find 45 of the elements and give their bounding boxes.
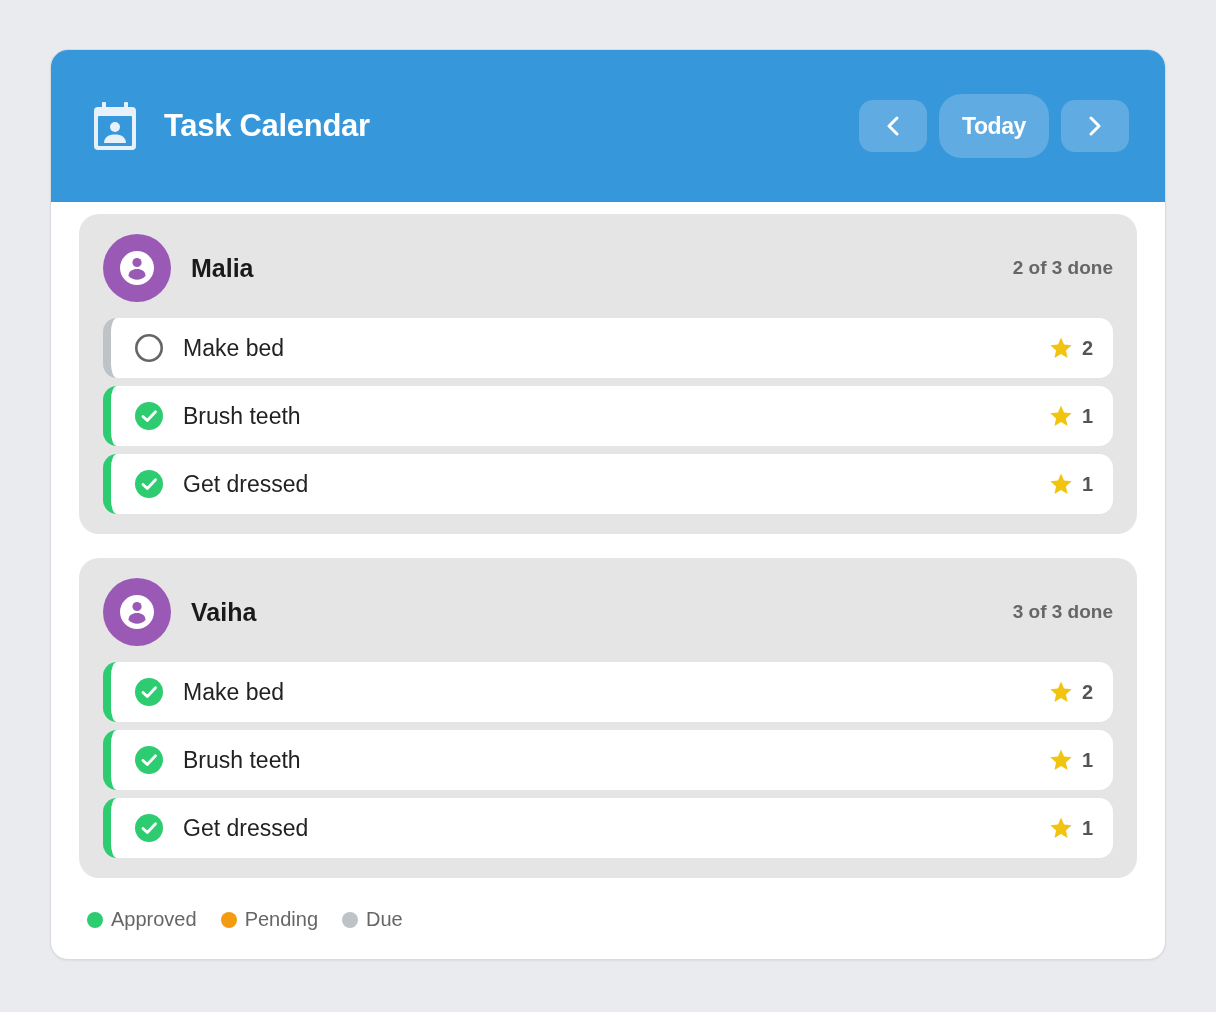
task-card[interactable]: Brush teeth 1 xyxy=(103,386,1113,446)
avatar-icon xyxy=(103,578,171,646)
task-title: Make bed xyxy=(183,334,284,362)
star-icon xyxy=(1049,680,1073,704)
check-circle-icon[interactable] xyxy=(135,746,163,774)
star-icon xyxy=(1049,748,1073,772)
task-card[interactable]: Make bed 2 xyxy=(103,318,1113,378)
points-value: 1 xyxy=(1081,748,1093,772)
progress-text: 3 of 3 done xyxy=(1012,601,1113,623)
next-button[interactable] xyxy=(1061,100,1129,152)
legend-label: Pending xyxy=(244,908,319,931)
person-name: Malia xyxy=(191,253,254,283)
star-icon xyxy=(1049,336,1073,360)
points-value: 1 xyxy=(1081,404,1093,428)
check-circle-icon[interactable] xyxy=(135,678,163,706)
points-value: 2 xyxy=(1081,336,1093,360)
star-icon xyxy=(1049,472,1073,496)
person-name: Vaiha xyxy=(191,597,257,627)
points-value: 2 xyxy=(1081,680,1093,704)
empty-circle-icon[interactable] xyxy=(135,334,163,362)
check-circle-icon[interactable] xyxy=(135,470,163,498)
task-title: Brush teeth xyxy=(183,746,301,774)
previous-button[interactable] xyxy=(858,100,927,152)
star-icon xyxy=(1049,816,1073,840)
task-card[interactable]: Get dressed 1 xyxy=(103,454,1113,514)
chevron-left-icon xyxy=(885,116,900,136)
app-title: Task Calendar xyxy=(164,108,370,144)
legend-label: Approved xyxy=(111,908,197,931)
calendar-person-icon xyxy=(94,102,136,150)
task-card[interactable]: Make bed 2 xyxy=(103,662,1113,722)
task-title: Make bed xyxy=(183,678,284,706)
chevron-right-icon xyxy=(1088,116,1102,136)
check-circle-icon[interactable] xyxy=(135,402,163,430)
task-title: Get dressed xyxy=(183,470,309,498)
task-card[interactable]: Brush teeth 1 xyxy=(103,730,1113,790)
progress-text: 2 of 3 done xyxy=(1012,257,1113,279)
points-value: 1 xyxy=(1081,472,1093,496)
task-title: Brush teeth xyxy=(183,402,301,430)
check-circle-icon[interactable] xyxy=(135,814,163,842)
task-card[interactable]: Get dressed 1 xyxy=(103,798,1113,858)
avatar-icon xyxy=(103,234,171,302)
task-title: Get dressed xyxy=(183,814,309,842)
legend-label: Due xyxy=(366,908,403,931)
star-icon xyxy=(1049,404,1073,428)
points-value: 1 xyxy=(1081,816,1093,840)
